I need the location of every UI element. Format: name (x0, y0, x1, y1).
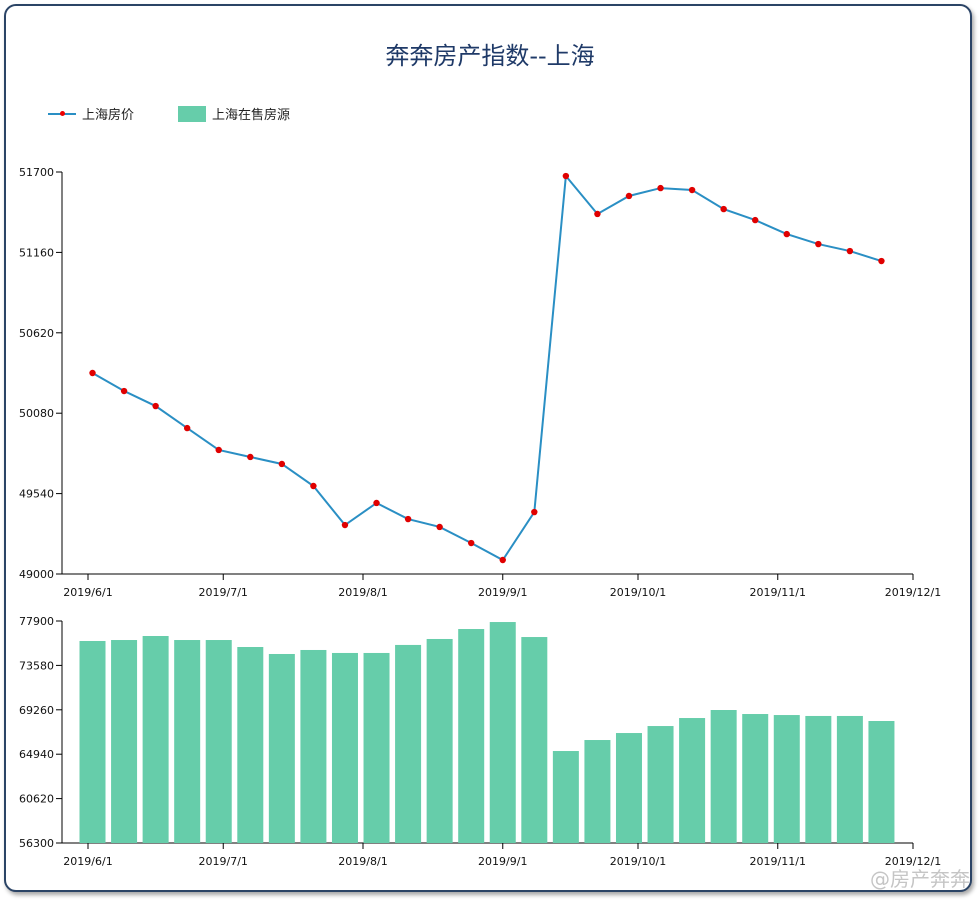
listing-bar (679, 718, 706, 843)
price-point (783, 230, 790, 238)
price-point (531, 508, 538, 516)
price-point (594, 210, 601, 218)
price-point (815, 240, 822, 248)
listing-bar (868, 721, 895, 843)
price-point (625, 192, 633, 200)
listing-bar (237, 647, 264, 843)
price-point (657, 184, 664, 192)
x-tick-label: 2019/9/1 (478, 586, 527, 599)
listing-bar (395, 644, 422, 843)
listing-bar (584, 740, 611, 843)
price-point (846, 247, 854, 255)
listing-bar (331, 652, 358, 843)
listing-bar (552, 751, 579, 843)
listing-bar (521, 637, 548, 843)
x-tick-label: 2019/10/1 (610, 855, 666, 868)
watermark: @房产奔奔 (870, 867, 970, 891)
y-tick-label: 51160 (19, 246, 54, 259)
price-point (404, 515, 412, 523)
chart-svg: 49000 49540 50080 50620 51160 51700 2019/6/1 20… (19, 166, 941, 868)
price-point (278, 460, 286, 468)
price-point (310, 482, 317, 490)
price-point (89, 369, 96, 377)
y-tick-label: 56300 (19, 837, 54, 850)
price-point (752, 216, 759, 224)
price-line (92, 173, 882, 562)
price-point (373, 499, 380, 507)
price-point (436, 523, 443, 531)
price-point (878, 257, 885, 265)
listing-bar (836, 715, 863, 843)
price-point (720, 205, 727, 213)
y-tick-label: 49540 (19, 488, 54, 501)
listing-bar (79, 640, 106, 843)
price-point (247, 453, 254, 461)
listing-bar (742, 714, 769, 843)
x-tick-label: 2019/8/1 (338, 586, 387, 599)
x-tick-label: 2019/7/1 (199, 855, 248, 868)
listing-bar (426, 638, 453, 843)
listing-bar (111, 640, 138, 843)
y-tick-label: 50080 (19, 407, 54, 420)
price-point (688, 186, 696, 194)
price-point (499, 556, 506, 564)
listing-bar (647, 726, 674, 843)
y-tick-label: 64940 (19, 748, 54, 761)
listing-bar (805, 715, 832, 843)
x-tick-label: 2019/11/1 (750, 586, 806, 599)
listing-bar (458, 629, 485, 843)
listing-bar (363, 652, 390, 843)
price-point (215, 446, 222, 454)
x-tick-label: 2019/6/1 (63, 855, 112, 868)
listing-bar (205, 640, 232, 843)
price-point (467, 539, 475, 547)
x-tick-label: 2019/12/1 (885, 586, 941, 599)
x-tick-label: 2019/6/1 (63, 586, 112, 599)
listing-bar (710, 710, 737, 843)
x-tick-label: 2019/7/1 (199, 586, 248, 599)
price-point (341, 521, 349, 529)
listing-bar (615, 733, 642, 843)
y-tick-label: 51700 (19, 166, 54, 179)
listing-bar (174, 640, 201, 843)
x-tick-label: 2019/8/1 (338, 855, 387, 868)
price-point (562, 172, 570, 180)
y-tick-label: 50620 (19, 327, 54, 340)
y-tick-label: 77900 (19, 615, 54, 628)
listing-bar (489, 622, 516, 843)
y-tick-label: 49000 (19, 568, 54, 581)
x-tick-label: 2019/11/1 (750, 855, 806, 868)
listing-bar (300, 649, 327, 843)
listing-bar (268, 653, 295, 843)
listing-bar (142, 636, 169, 843)
y-tick-label: 69260 (19, 704, 54, 717)
y-tick-label: 73580 (19, 659, 54, 672)
x-tick-label: 2019/10/1 (610, 586, 666, 599)
price-point (120, 387, 128, 395)
x-tick-label: 2019/9/1 (478, 855, 527, 868)
listing-bar (773, 715, 800, 843)
y-tick-label: 60620 (19, 793, 54, 806)
price-point (183, 424, 191, 432)
price-point (152, 402, 159, 410)
